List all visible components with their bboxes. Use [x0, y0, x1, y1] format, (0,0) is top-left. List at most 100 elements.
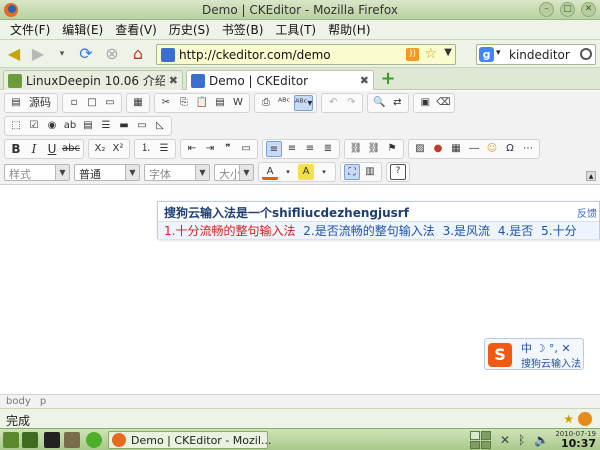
history-dropdown-icon[interactable]: ▾ — [52, 44, 72, 64]
help-button[interactable]: ? — [390, 164, 406, 180]
stop-icon[interactable]: ⊗ — [102, 44, 122, 64]
path-item-p[interactable]: p — [40, 396, 46, 407]
blockquote-icon[interactable]: ❞ — [220, 141, 236, 157]
print-icon[interactable]: ⎙ — [258, 95, 274, 111]
textarea-icon[interactable]: ▤ — [80, 118, 96, 134]
minimize-button[interactable]: – — [539, 2, 554, 17]
url-text[interactable]: http://ckeditor.com/demo — [179, 48, 331, 62]
select-field-icon[interactable]: ☰ — [98, 118, 114, 134]
workspace-4[interactable] — [481, 440, 491, 449]
align-center-icon[interactable]: ≡ — [284, 141, 300, 157]
workspace-3[interactable] — [470, 440, 480, 449]
bold-button[interactable]: B — [8, 141, 24, 157]
menu-file[interactable]: 文件(F) — [4, 21, 56, 38]
workspace-2[interactable] — [481, 431, 491, 440]
redo-icon[interactable]: ↷ — [343, 95, 359, 111]
select-all-icon[interactable]: ▣ — [417, 95, 433, 111]
menu-bookmarks[interactable]: 书签(B) — [216, 21, 270, 38]
paste-word-icon[interactable]: W — [230, 95, 246, 111]
align-right-icon[interactable]: ≡ — [302, 141, 318, 157]
font-combo[interactable]: 字体 ▼ — [144, 163, 210, 181]
terminal-icon[interactable] — [44, 432, 60, 448]
network-disconnected-icon[interactable]: ✕ — [500, 433, 510, 447]
cut-icon[interactable]: ✂ — [158, 95, 174, 111]
special-char-icon[interactable]: Ω — [502, 141, 518, 157]
outdent-icon[interactable]: ⇤ — [184, 141, 200, 157]
checkbox-icon[interactable]: ☑ — [26, 118, 42, 134]
align-left-icon[interactable]: ≡ — [265, 141, 282, 157]
close-tab-icon[interactable]: ✖ — [360, 74, 369, 87]
addon-star-icon[interactable]: ★ — [563, 412, 574, 426]
flash-icon[interactable]: ● — [430, 141, 446, 157]
ime-candidate-4[interactable]: 4.是否 — [498, 224, 533, 238]
tab-linuxdeepin[interactable]: LinuxDeepin 10.06 介绍 | L... ✖ — [3, 70, 183, 90]
url-dropdown-icon[interactable]: ▼ — [444, 47, 452, 58]
bookmark-star-icon[interactable]: ☆ — [424, 46, 437, 62]
justify-icon[interactable]: ≣ — [320, 141, 336, 157]
preview-icon[interactable]: ▭ — [102, 95, 118, 111]
superscript-button[interactable]: X² — [110, 141, 126, 157]
paste-text-icon[interactable]: ▤ — [212, 95, 228, 111]
bulleted-list-icon[interactable]: ☰ — [156, 141, 172, 157]
search-icon[interactable] — [580, 48, 592, 60]
chevron-down-icon[interactable]: ▾ — [280, 164, 296, 180]
italic-button[interactable]: I — [26, 141, 42, 157]
find-icon[interactable]: 🔍 — [371, 95, 387, 111]
file-manager-icon[interactable] — [64, 432, 80, 448]
search-bar[interactable]: g ▾ kindeditor — [476, 44, 596, 65]
show-desktop-icon[interactable] — [22, 432, 38, 448]
chevron-down-icon[interactable]: ▾ — [316, 164, 332, 180]
page-break-icon[interactable]: ⋯ — [520, 141, 536, 157]
smiley-icon[interactable]: ☺ — [484, 141, 500, 157]
bg-color-button[interactable]: A — [298, 164, 314, 180]
anchor-icon[interactable]: ⚑ — [384, 141, 400, 157]
reload-icon[interactable]: ⟳ — [76, 44, 96, 64]
spellcheck-icon[interactable]: ᴬᴮᶜ — [276, 95, 292, 111]
ime-candidate-2[interactable]: 2.是否流畅的整句输入法 — [303, 224, 434, 238]
maximize-button[interactable]: □ — [560, 2, 575, 17]
taskbar-firefox-task[interactable]: Demo | CKEditor - Mozil... — [108, 431, 271, 449]
search-input[interactable]: kindeditor — [509, 48, 570, 62]
sogou-ime-status-bar[interactable]: S 中 ☽ °, ✕ 搜狗云输入法 — [484, 338, 584, 370]
spellcheck-as-you-type-icon[interactable]: ᴬᴮᶜ▾ — [294, 95, 314, 111]
strike-button[interactable]: abc — [62, 141, 80, 157]
text-color-button[interactable]: A — [262, 164, 278, 180]
ime-candidate-1[interactable]: 1.十分流畅的整句输入法 — [164, 224, 295, 238]
rss-feed-icon[interactable]: )) — [406, 48, 419, 61]
unlink-icon[interactable]: ⛓ — [366, 141, 382, 157]
back-arrow-icon[interactable]: ◀ — [4, 44, 24, 64]
styles-combo[interactable]: 样式 ▼ — [4, 163, 70, 181]
ime-mode-controls[interactable]: 中 ☽ °, ✕ — [521, 340, 571, 356]
home-icon[interactable]: ⌂ — [128, 44, 148, 64]
search-engine-selector[interactable]: g ▾ — [479, 47, 505, 62]
collapse-toolbar-icon[interactable]: ▲ — [586, 171, 596, 181]
maximize-editor-icon[interactable]: ⛶ — [344, 164, 360, 180]
subscript-button[interactable]: X₂ — [92, 141, 108, 157]
save-icon[interactable]: ▫ — [66, 95, 82, 111]
remove-format-icon[interactable]: ⌫ — [435, 95, 451, 111]
menu-history[interactable]: 历史(S) — [163, 21, 216, 38]
form-icon[interactable]: ⬚ — [8, 118, 24, 134]
close-tab-icon[interactable]: ✖ — [169, 74, 178, 87]
menu-tools[interactable]: 工具(T) — [269, 21, 322, 38]
format-combo[interactable]: 普通 ▼ — [74, 163, 140, 181]
close-window-button[interactable]: ✕ — [581, 2, 596, 17]
addon-status-icon[interactable] — [578, 412, 592, 426]
button-field-icon[interactable]: ▬ — [116, 118, 132, 134]
numbered-list-icon[interactable]: ⒈ — [138, 141, 154, 157]
div-container-icon[interactable]: ▭ — [238, 141, 254, 157]
workspace-switcher[interactable] — [470, 431, 492, 449]
image-button-icon[interactable]: ▭ — [134, 118, 150, 134]
menu-view[interactable]: 查看(V) — [109, 21, 163, 38]
indent-icon[interactable]: ⇥ — [202, 141, 218, 157]
forward-arrow-icon[interactable]: ▶ — [28, 44, 48, 64]
image-icon[interactable]: ▨ — [412, 141, 428, 157]
undo-icon[interactable]: ↶ — [325, 95, 341, 111]
tray-clock[interactable]: 10:37 — [561, 437, 596, 450]
show-blocks-icon[interactable]: ▥ — [362, 164, 378, 180]
volume-icon[interactable]: 🔈 — [534, 433, 549, 447]
table-icon[interactable]: ▦ — [448, 141, 464, 157]
hidden-field-icon[interactable]: ◺ — [152, 118, 168, 134]
new-page-icon[interactable]: □ — [84, 95, 100, 111]
menu-help[interactable]: 帮助(H) — [322, 21, 376, 38]
